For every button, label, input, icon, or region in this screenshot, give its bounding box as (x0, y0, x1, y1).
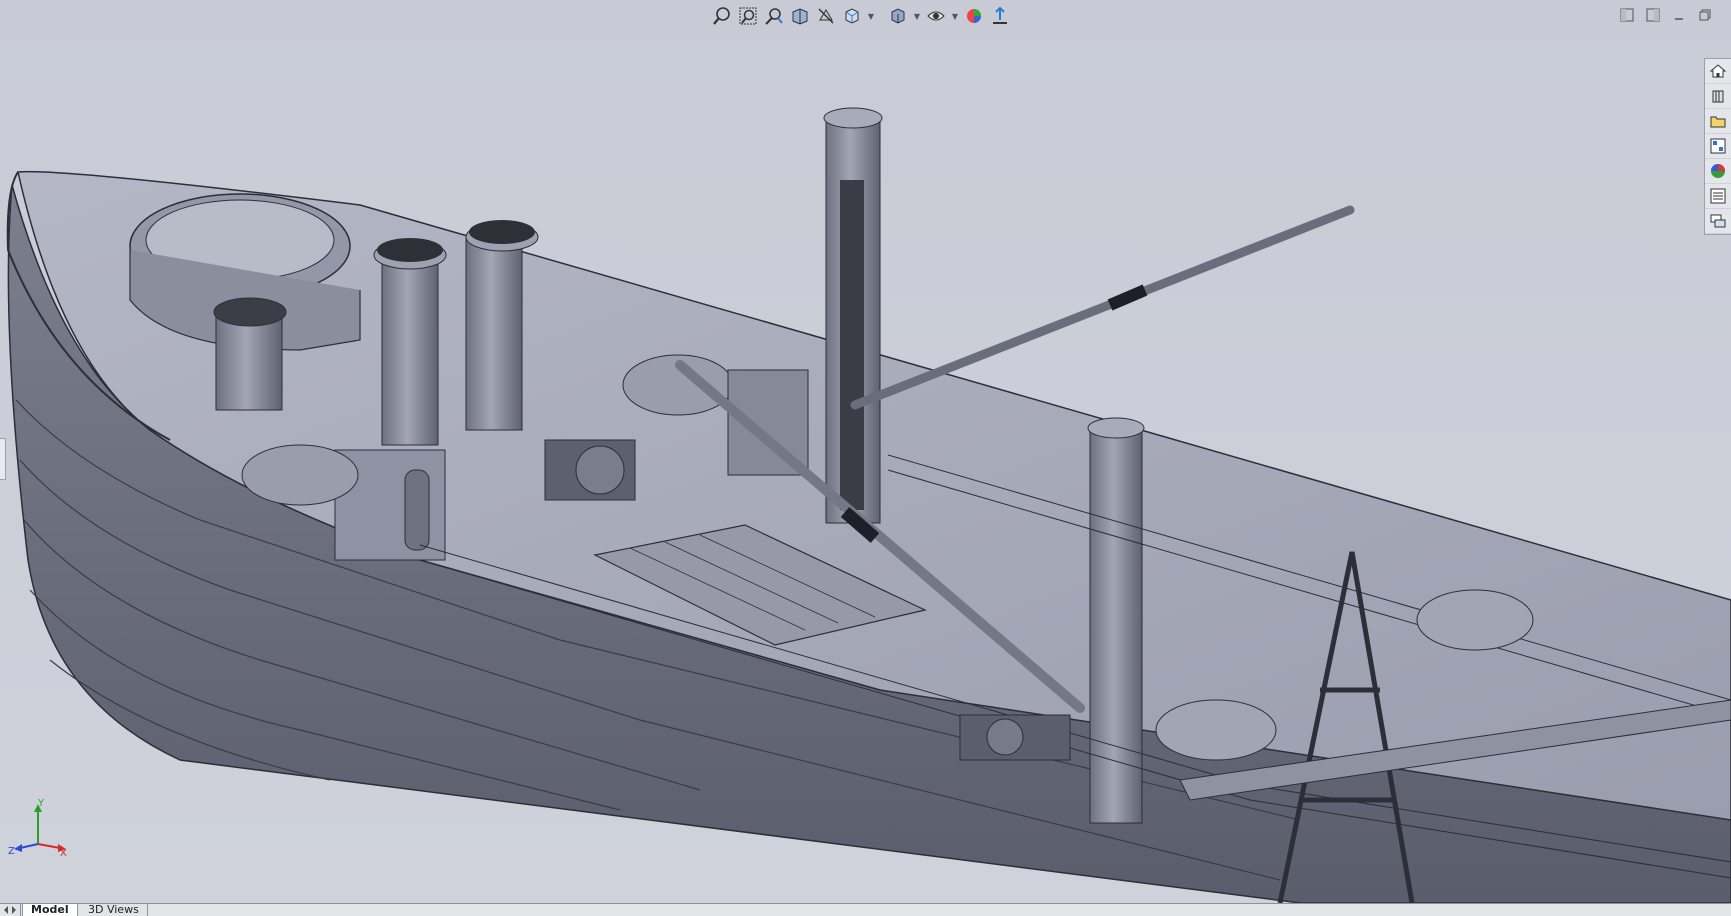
foremast (823, 107, 883, 524)
view-orientation-dropdown[interactable]: ▼ (866, 4, 876, 28)
derrick-boom-upper (850, 205, 1355, 410)
kingpost (1087, 417, 1145, 824)
ventilator-3 (213, 297, 287, 411)
display-style-dropdown[interactable]: ▼ (912, 4, 922, 28)
tab-model[interactable]: Model (22, 904, 78, 916)
windlass (544, 439, 636, 501)
appearances-icon[interactable] (1705, 159, 1731, 184)
restore-icon[interactable] (1695, 6, 1715, 24)
gun-tub-aft (1155, 699, 1277, 761)
custom-properties-icon[interactable] (1705, 184, 1731, 209)
document-window-controls (1617, 6, 1715, 24)
apply-scene-icon[interactable] (988, 4, 1012, 28)
forum-icon[interactable] (1705, 209, 1731, 234)
document-tab-bar: Model 3D Views (0, 903, 1731, 916)
ship-model-3d[interactable] (0, 0, 1731, 903)
tab-3d-views[interactable]: 3D Views (80, 904, 148, 916)
ventilator-1 (373, 238, 447, 446)
heads-up-view-toolbar: ▼ ▼ ▼ (710, 4, 1012, 28)
solidworks-resources-icon[interactable] (1705, 59, 1731, 84)
design-library-icon[interactable] (1705, 84, 1731, 109)
reference-triad: Y X Z (8, 798, 70, 862)
minimize-icon[interactable] (1669, 6, 1689, 24)
display-style-icon[interactable] (886, 4, 910, 28)
section-view-icon[interactable] (788, 4, 812, 28)
triad-z-label: Z (8, 846, 15, 857)
feature-manager-flyout-handle[interactable] (0, 438, 6, 480)
dynamic-annotation-icon[interactable] (814, 4, 838, 28)
hide-show-items-icon[interactable] (924, 4, 948, 28)
task-pane-tabs (1704, 58, 1731, 235)
hide-show-dropdown[interactable]: ▼ (950, 4, 960, 28)
view-palette-icon[interactable] (1705, 134, 1731, 159)
graphics-area[interactable]: ▼ ▼ ▼ Y X Z (0, 0, 1731, 903)
zoom-to-fit-icon[interactable] (710, 4, 734, 28)
edit-appearance-icon[interactable] (962, 4, 986, 28)
gun-tub-aft-2 (1416, 589, 1534, 651)
tile-left-icon[interactable] (1617, 6, 1637, 24)
triad-x-label: X (60, 848, 67, 859)
triad-y-label: Y (38, 798, 45, 809)
file-explorer-icon[interactable] (1705, 109, 1731, 134)
tile-right-icon[interactable] (1643, 6, 1663, 24)
tab-scroll-arrows[interactable] (0, 904, 21, 916)
zoom-to-area-icon[interactable] (736, 4, 760, 28)
view-orientation-icon[interactable] (840, 4, 864, 28)
previous-view-icon[interactable] (762, 4, 786, 28)
aft-winch (959, 714, 1071, 761)
gun-tub-forward (241, 444, 359, 506)
